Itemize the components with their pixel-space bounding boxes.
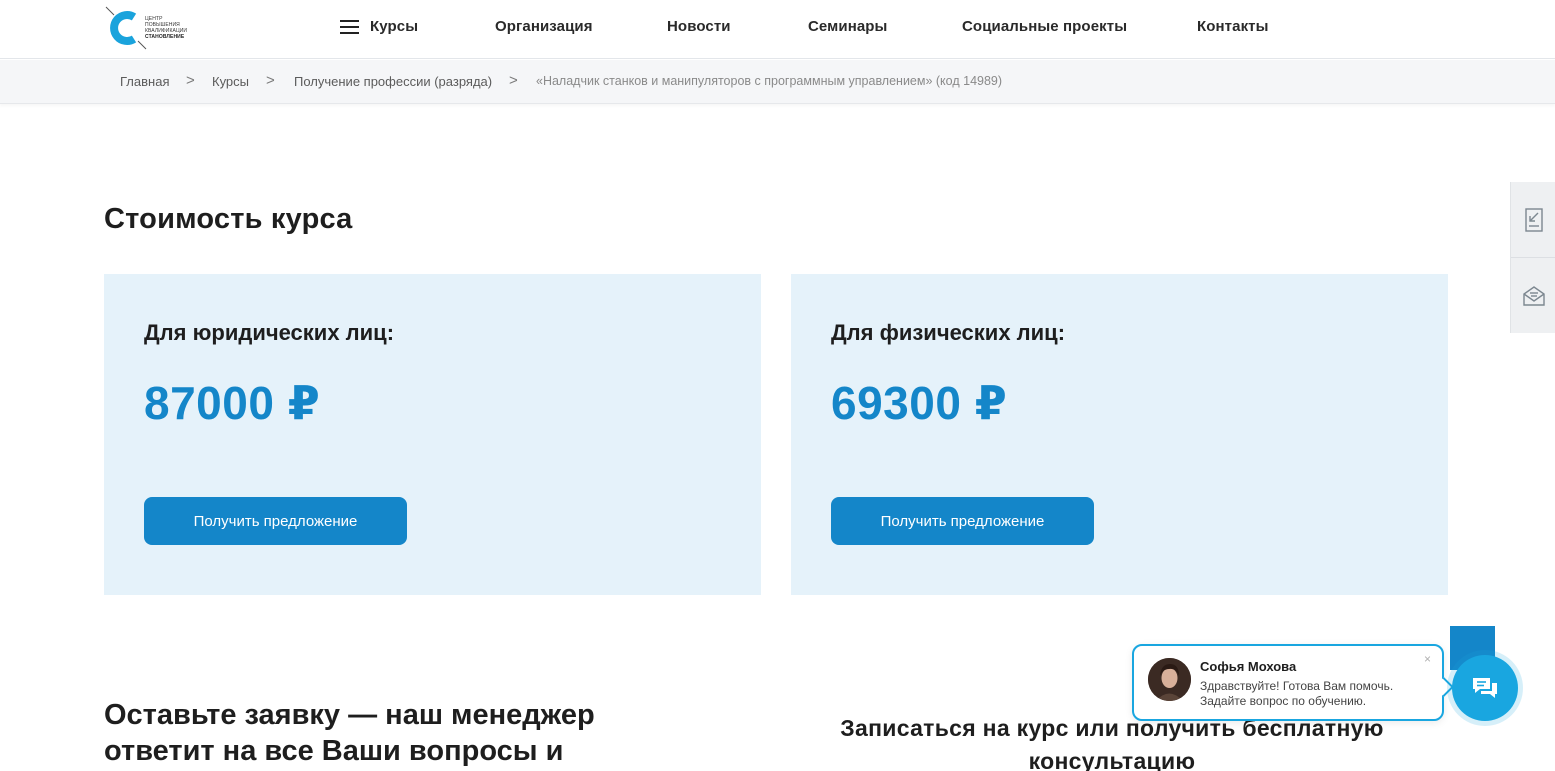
avatar-image <box>1148 658 1191 701</box>
breadcrumb-home[interactable]: Главная <box>120 74 169 89</box>
pricing-title: Стоимость курса <box>104 203 353 235</box>
get-offer-button[interactable]: Получить предложение <box>144 497 407 545</box>
nav-contacts[interactable]: Контакты <box>1197 18 1269 35</box>
nav-seminars[interactable]: Семинары <box>808 18 887 35</box>
breadcrumb: Главная > Курсы > Получение профессии (р… <box>0 60 1555 104</box>
mail-button[interactable] <box>1511 258 1555 333</box>
price-card-legal: Для юридических лиц: 87000 ₽ Получить пр… <box>104 274 761 595</box>
get-offer-button[interactable]: Получить предложение <box>831 497 1094 545</box>
nav-social-projects[interactable]: Социальные проекты <box>962 18 1127 35</box>
breadcrumb-separator: > <box>509 72 518 89</box>
download-button[interactable] <box>1511 182 1555 257</box>
chat-button[interactable] <box>1452 655 1518 721</box>
avatar <box>1148 658 1191 701</box>
logo-line: Становление <box>145 34 185 40</box>
breadcrumb-separator: > <box>266 72 275 89</box>
download-doc-icon <box>1524 207 1543 232</box>
side-toolbar <box>1510 182 1555 333</box>
chat-agent-name: Софья Мохова <box>1200 659 1297 674</box>
site-header: Центр повышения квалификации Становление… <box>0 0 1555 59</box>
price-value: 69300 ₽ <box>831 377 1008 429</box>
price-card-individual: Для физических лиц: 69300 ₽ Получить пре… <box>791 274 1448 595</box>
logo-icon <box>105 6 147 50</box>
close-icon[interactable]: × <box>1424 652 1431 666</box>
price-card-label: Для физических лиц: <box>831 320 1066 345</box>
breadcrumb-separator: > <box>186 72 195 89</box>
chat-icon <box>1473 678 1497 698</box>
breadcrumb-courses[interactable]: Курсы <box>212 74 249 89</box>
nav-courses[interactable]: Курсы <box>370 18 418 35</box>
breadcrumb-current: «Наладчик станков и манипуляторов с прог… <box>536 74 1003 88</box>
chat-popup[interactable]: Софья Мохова Здравствуйте! Готова Вам по… <box>1132 644 1444 721</box>
logo-text: Центр повышения квалификации Становление <box>145 16 187 40</box>
price-card-label: Для юридических лиц: <box>144 320 395 345</box>
nav-news[interactable]: Новости <box>667 18 731 35</box>
menu-icon[interactable] <box>340 20 359 34</box>
nav-organization[interactable]: Организация <box>495 18 593 35</box>
breadcrumb-profession[interactable]: Получение профессии (разряда) <box>294 74 492 89</box>
price-value: 87000 ₽ <box>144 377 321 429</box>
chat-message: Здравствуйте! Готова Вам помочь. Задайте… <box>1200 679 1394 708</box>
mail-icon <box>1522 285 1545 306</box>
lead-form-title: Оставьте заявку — наш менеджер ответит н… <box>104 699 595 767</box>
